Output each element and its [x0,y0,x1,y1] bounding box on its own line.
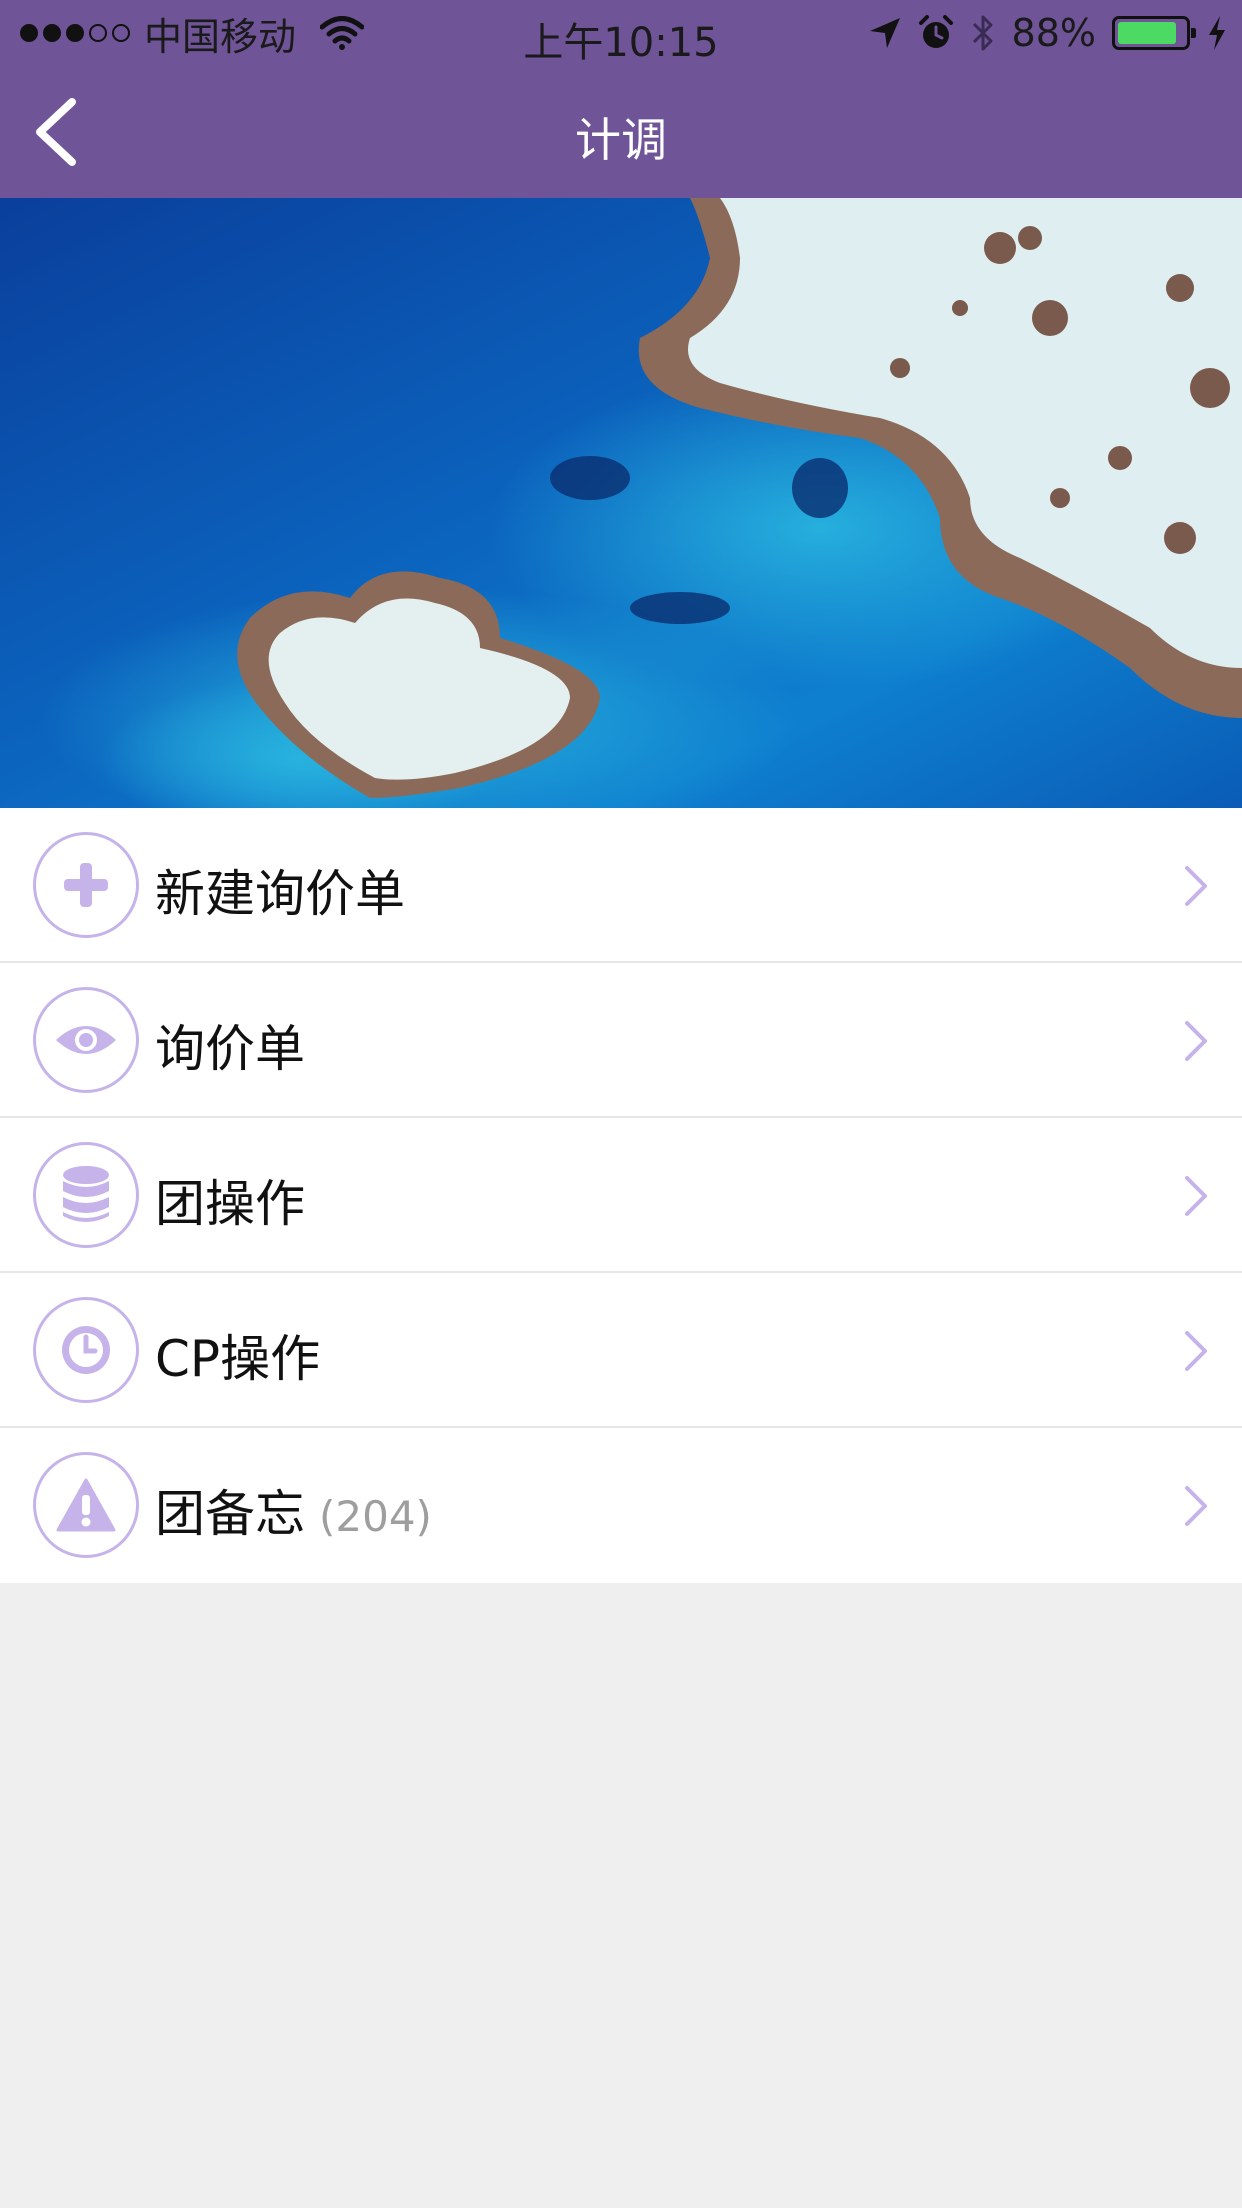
battery-icon [1112,16,1196,50]
memo-count-badge: (204) [319,1492,432,1541]
hero-banner-image [0,198,1242,808]
page-title: 计调 [575,113,667,167]
status-right: 88% [868,10,1228,56]
menu-item-new-inquiry[interactable]: 新建询价单 [0,808,1242,963]
menu-item-group-operation[interactable]: 团操作 [0,1118,1242,1273]
database-icon [33,1142,139,1248]
charging-bolt-icon [1209,16,1225,50]
chevron-right-icon [1185,1021,1207,1061]
bluetooth-icon [972,15,993,51]
menu-item-label: 团操作 [155,1175,305,1233]
heart-reef-photo [0,198,1242,808]
menu-item-label: 新建询价单 [155,865,405,923]
alarm-clock-icon [918,15,953,48]
battery-percent: 88% [1011,11,1096,55]
chevron-right-icon [1185,866,1207,906]
menu-item-label: 团备忘 (204) [155,1485,432,1543]
navigation-bar: 计调 [0,66,1242,198]
location-arrow-icon [869,18,900,48]
chevron-right-icon [1185,1176,1207,1216]
app-screen: 中国移动 上午10:15 88% 计调 新建询价单 询价单 团操作 CP操作 团… [0,0,1242,2208]
chevron-right-icon [1185,1486,1207,1526]
battery-fill [1118,22,1177,44]
menu-item-cp-operation[interactable]: CP操作 [0,1273,1242,1428]
menu-item-group-memo[interactable]: 团备忘 (204) [0,1428,1242,1583]
menu-item-inquiry-list[interactable]: 询价单 [0,963,1242,1118]
menu-list: 新建询价单 询价单 团操作 CP操作 团备忘 (204) [0,808,1242,1583]
chevron-right-icon [1185,1331,1207,1371]
clock-icon [33,1297,139,1403]
eye-icon [33,987,139,1093]
status-bar: 中国移动 上午10:15 88% [0,0,1242,66]
warning-icon [33,1452,139,1558]
menu-item-label: 询价单 [155,1020,305,1078]
plus-icon [33,832,139,938]
menu-item-label: CP操作 [155,1330,321,1388]
